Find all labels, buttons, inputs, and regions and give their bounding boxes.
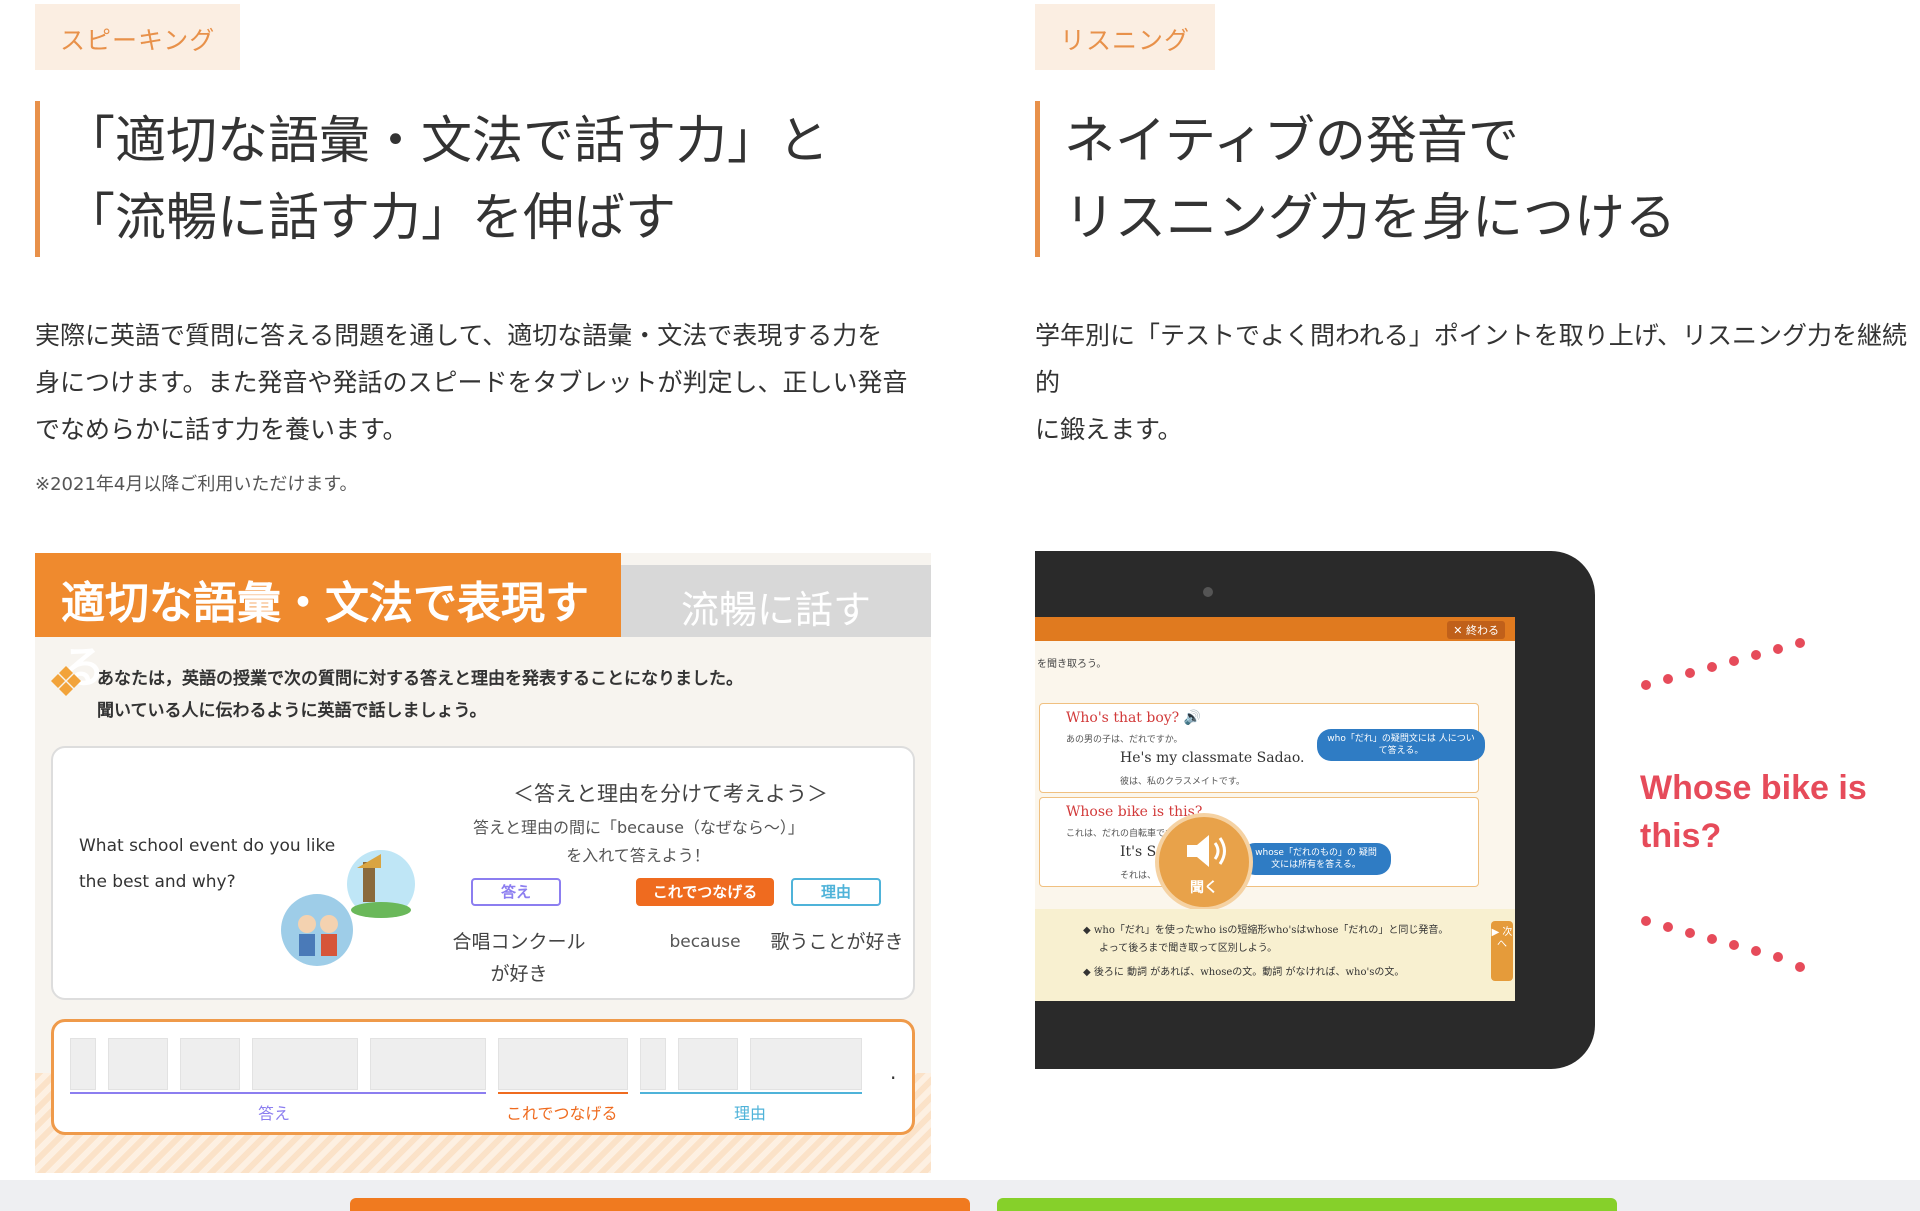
speaking-note: ※2021年4月以降ご利用いただけます。 — [35, 474, 358, 495]
answer-slot[interactable] — [370, 1038, 486, 1090]
connect-slot[interactable] — [498, 1038, 628, 1090]
dot — [1729, 940, 1739, 950]
answer-slot[interactable] — [252, 1038, 358, 1090]
reason-slot[interactable] — [750, 1038, 862, 1090]
listening-desc-line1: 学年別に「テストでよく問われる」ポイントを取り上げ、リスニング力を継続的 — [1035, 321, 1908, 397]
students-illustration — [281, 850, 415, 966]
answer-slot[interactable] — [108, 1038, 168, 1090]
listening-tag: リスニング — [1035, 4, 1216, 70]
dot — [1663, 674, 1673, 684]
dot — [1685, 928, 1695, 938]
dot — [1795, 638, 1805, 648]
listening-heading: ネイティブの発音で リスニング力を身につける — [1035, 101, 1920, 257]
dot — [1751, 650, 1761, 660]
screen-caption: を聞き取ろう。 — [1037, 659, 1107, 670]
dot — [1641, 916, 1651, 926]
diamond-icon — [51, 666, 81, 696]
dot — [1641, 680, 1651, 690]
chip-connect: これでつなげる — [636, 878, 774, 906]
hint-title: ＜答えと理由を分けて考えよう＞ — [513, 782, 828, 806]
dot — [1773, 644, 1783, 654]
hint-line2: を入れて答えよう！ — [566, 846, 710, 865]
speaking-desc-line1: 実際に英語で質問に答える問題を通して、適切な語彙・文法で表現する力を — [35, 321, 883, 350]
reason-underline — [640, 1092, 862, 1094]
period-mark: . — [890, 1060, 897, 1084]
question-1: Who's that boy? 🔊 — [1066, 710, 1201, 726]
explain-line1: ◆ who「だれ」を使ったwho isの短縮形who'sはwhose「だれの」と… — [1083, 925, 1449, 936]
instruction-line2: 聞いている人に伝わるように英語で話しましょう。 — [97, 701, 487, 721]
speaking-heading-line2: 「流暢に話す力」を伸ばす — [64, 189, 677, 248]
answer-1-jp: 彼は、私のクラスメイトです。 — [1120, 777, 1245, 787]
callout-line1: Whose bike is — [1640, 769, 1867, 807]
answer-example-line2: が好き — [490, 963, 548, 985]
answer-example: 合唱コンクール が好き — [449, 926, 589, 990]
listening-section: リスニング ネイティブの発音で リスニング力を身につける 学年別に「テストでよく… — [1035, 0, 1920, 1069]
dot — [1707, 934, 1717, 944]
tab-fluency: 流暢に話す — [621, 565, 931, 637]
answer-slot[interactable] — [180, 1038, 240, 1090]
audio-icon[interactable]: 🔊 — [1184, 710, 1201, 726]
answer-underline-label: 答え — [258, 1104, 291, 1123]
speaking-illustration: 適切な語彙・文法で表現する 流暢に話す あなたは，英語の授業で次の質問に対する答… — [35, 553, 931, 1173]
instruction-line1: あなたは，英語の授業で次の質問に対する答えと理由を発表することになりました。 — [97, 669, 743, 689]
speaking-description: 実際に英語で質問に答える問題を通して、適切な語彙・文法で表現する力を 身につけま… — [35, 312, 935, 453]
explain-line2: よって後ろまで聞き取って区別しよう。 — [1099, 943, 1278, 954]
connect-example: because — [669, 932, 741, 952]
listen-button[interactable]: 聞く — [1155, 813, 1253, 911]
answer-example-line1: 合唱コンクール — [452, 931, 586, 953]
question-1-text: Who's that boy? — [1066, 710, 1180, 726]
next-button[interactable]: ▶ 次へ — [1491, 921, 1513, 981]
tab-expression: 適切な語彙・文法で表現する — [35, 553, 621, 693]
connect-underline-label: これでつなげる — [506, 1104, 618, 1123]
orange-cta-button[interactable] — [350, 1198, 970, 1211]
speaking-desc-line2: 身につけます。また発音や発話のスピードをタブレットが判定し、正しい発音 — [35, 368, 908, 397]
listening-desc-line2: に鍛えます。 — [1035, 415, 1183, 444]
callout-line2: this? — [1640, 817, 1722, 855]
speaking-desc-line3: でなめらかに話す力を養います。 — [35, 415, 408, 444]
listening-description: 学年別に「テストでよく問われる」ポイントを取り上げ、リスニング力を継続的 に鍛え… — [1035, 312, 1920, 453]
green-cta-button[interactable] — [997, 1198, 1617, 1211]
hint-text: 答えと理由の間に「because（なぜなら～）」 を入れて答えよう！ — [473, 814, 804, 870]
answer-underline — [70, 1092, 486, 1094]
reason-slot[interactable] — [640, 1038, 666, 1090]
listening-heading-line1: ネイティブの発音で — [1064, 112, 1519, 171]
speaking-section: スピーキング 「適切な語彙・文法で話す力」と 「流暢に話す力」を伸ばす 実際に英… — [35, 0, 935, 1173]
camera-icon — [1203, 587, 1213, 597]
dot — [1751, 946, 1761, 956]
listen-label: 聞く — [1190, 880, 1218, 896]
lesson-instruction: あなたは，英語の授業で次の質問に対する答えと理由を発表することになりました。 聞… — [97, 663, 743, 727]
hint-line1: 答えと理由の間に「because（なぜなら～）」 — [473, 818, 804, 837]
dot — [1773, 952, 1783, 962]
dot — [1663, 922, 1673, 932]
listening-heading-line2: リスニング力を身につける — [1064, 189, 1677, 248]
explain-line3: ◆ 後ろに 動詞 があれば、whoseの文。動詞 がなければ、who'sの文。 — [1083, 967, 1405, 978]
point-bubble-1: who「だれ」の疑問文には 人について答える。 — [1317, 729, 1485, 761]
chip-reason: 理由 — [791, 878, 881, 906]
question-1-jp: あの男の子は、だれですか。 — [1066, 735, 1183, 745]
question-box: What school event do you like the best a… — [51, 746, 915, 1000]
end-button[interactable]: ✕ 終わる — [1447, 621, 1505, 639]
screen-header: ✕ 終わる — [1035, 617, 1515, 641]
dot — [1707, 662, 1717, 672]
speaking-heading: 「適切な語彙・文法で話す力」と 「流暢に話す力」を伸ばす — [35, 101, 935, 257]
speaking-heading-line1: 「適切な語彙・文法で話す力」と — [64, 112, 830, 171]
point-bubble-2: whose「だれのもの」の 疑問文には所有を答える。 — [1241, 843, 1391, 875]
chip-answer: 答え — [471, 878, 561, 906]
dot — [1685, 668, 1695, 678]
tablet-screen: ✕ 終わる を聞き取ろう。 Who's that boy? 🔊 あの男の子は、だ… — [1035, 617, 1515, 1001]
speaker-icon — [1187, 835, 1226, 867]
answer-slot[interactable] — [70, 1038, 96, 1090]
dot — [1729, 656, 1739, 666]
reason-slot[interactable] — [678, 1038, 738, 1090]
speaking-tag: スピーキング — [35, 4, 241, 70]
callout-text: Whose bike is this? — [1640, 764, 1867, 860]
tablet-mockup: ✕ 終わる を聞き取ろう。 Who's that boy? 🔊 あの男の子は、だ… — [1035, 551, 1595, 1069]
explanation-panel: ◆ who「だれ」を使ったwho isの短縮形who'sはwhose「だれの」と… — [1035, 909, 1515, 1001]
answer-box: . 答え これでつなげる 理由 — [51, 1019, 915, 1135]
reason-example: 歌うことが好き — [770, 931, 904, 953]
connect-underline — [498, 1092, 628, 1094]
reason-underline-label: 理由 — [734, 1104, 767, 1123]
answer-1: He's my classmate Sadao. — [1120, 750, 1305, 766]
dot — [1795, 962, 1805, 972]
